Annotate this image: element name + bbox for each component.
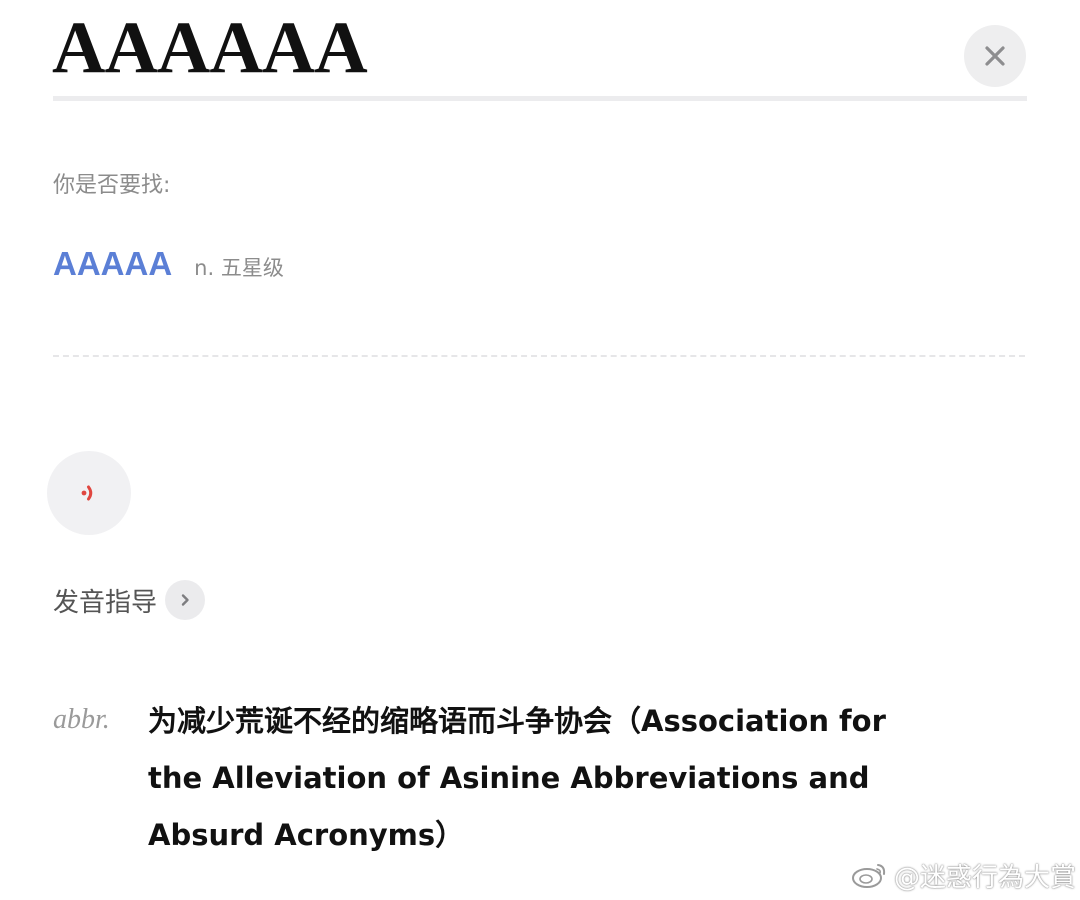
suggested-word-definition: n. 五星级 [194, 256, 284, 280]
definition-text: 为减少荒诞不经的缩略语而斗争协会（Association for the All… [148, 704, 886, 852]
section-divider [53, 355, 1025, 357]
watermark-text: @迷惑行為大賞 [893, 862, 1076, 893]
chevron-right-icon [165, 580, 206, 620]
pronunciation-guide-label: 发音指导 [53, 587, 158, 618]
suggestion-item[interactable]: AAAAA n. 五星级 [53, 245, 284, 291]
close-button[interactable] [964, 25, 1026, 87]
pronunciation-guide-link[interactable]: 发音指导 [53, 579, 206, 621]
speaker-sound-icon [81, 485, 93, 501]
pronunciation-audio-button[interactable] [47, 451, 131, 535]
word-title: AAAAAA [52, 7, 368, 89]
part-of-speech: abbr. [53, 704, 110, 735]
suggestion-prompt: 你是否要找: [53, 173, 171, 198]
weibo-logo [851, 864, 886, 888]
title-underline [53, 96, 1027, 101]
suggested-word-link[interactable]: AAAAA [53, 245, 172, 283]
watermark: @迷惑行為大賞 [826, 855, 1076, 895]
close-icon [985, 46, 1005, 66]
